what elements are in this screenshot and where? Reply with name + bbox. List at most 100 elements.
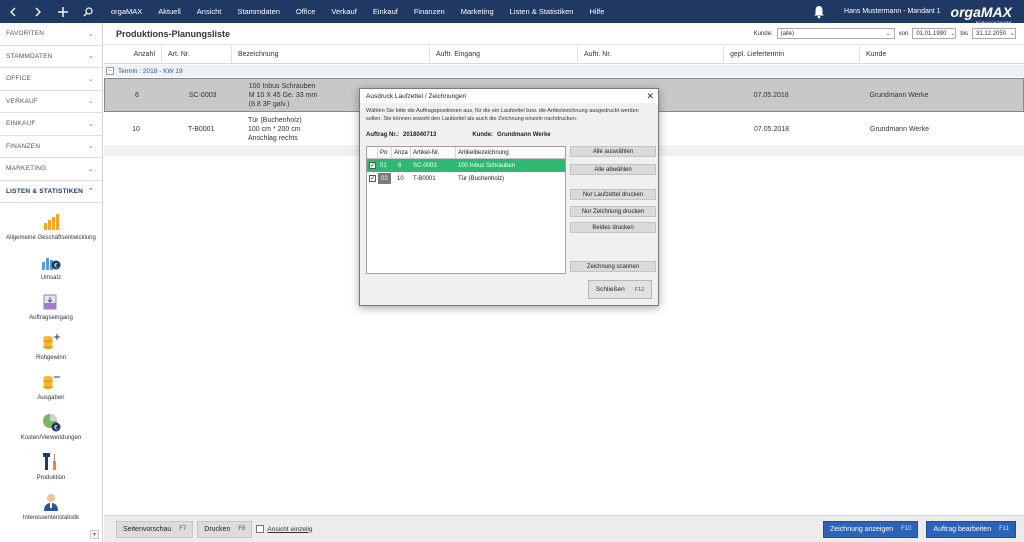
menu-orgamax[interactable]: orgaMAX <box>103 7 150 16</box>
orgamax-logo: orgaMAXBÜROSOFTWARE <box>951 4 1012 25</box>
dialog-kunde-label: Kunde: <box>472 132 494 138</box>
sidebar: FAVORITEN ⌄ STAMMDATEN ⌄ OFFICE ⌄ VERKAUF ⌄ … <box>0 23 103 542</box>
von-date-field[interactable]: 01.01.1990 ⌄ <box>912 28 957 39</box>
auftrag-bearbeiten-button[interactable]: Auftrag bearbeiten F11 <box>926 520 1016 538</box>
group-header[interactable]: − Termin : 2018 - KW 19 <box>104 65 1024 77</box>
menu-stammdaten[interactable]: Stammdaten <box>229 7 288 16</box>
zeichnung-anzeigen-button[interactable]: Zeichnung anzeigen F10 <box>823 520 919 538</box>
grid-row[interactable]: ✓ 01 6 SC-0003 100 Inbus Schrauben <box>367 159 565 172</box>
alle-abwaehlen-button[interactable]: Alle abwählen <box>570 164 656 175</box>
ansicht-einzelig-label[interactable]: Ansicht einzelig <box>267 526 312 533</box>
svg-text:€: € <box>54 263 58 270</box>
sidebar-item-rohgewinn[interactable]: Rohgewinn <box>0 323 102 363</box>
table-header: Anzahl Art. Nr. Bezeichnung Auftr. Einga… <box>104 45 1024 64</box>
col-artnr[interactable]: Art. Nr. <box>162 45 232 64</box>
main-menu: orgaMAX Aktuell Ansicht Stammdaten Offic… <box>103 0 612 23</box>
bell-icon[interactable] <box>812 5 826 19</box>
menu-office[interactable]: Office <box>288 7 323 16</box>
chevron-left-icon[interactable] <box>0 0 25 23</box>
kunde-select[interactable]: (alle) ⌄ <box>776 28 895 39</box>
auftrag-label: Auftrag Nr.: <box>366 132 399 138</box>
sidebar-item-ausgaben[interactable]: Ausgaben <box>0 363 102 403</box>
von-label: von <box>898 30 909 37</box>
zeichnung-scannen-button[interactable]: Zeichnung scannen <box>570 261 656 272</box>
dialog-title: Ausdruck Laufzettel / Zeichnungen <box>366 92 467 100</box>
col-bezeichnung[interactable]: Bezeichnung <box>232 45 430 64</box>
sidebar-section-marketing[interactable]: MARKETING ⌄ <box>0 158 102 181</box>
sidebar-section-listen-statistiken[interactable]: LISTEN & STATISTIKEN ⌃ <box>0 181 102 203</box>
col-kunde[interactable]: Kunde <box>860 46 1024 64</box>
coins-minus-icon <box>40 371 62 393</box>
bis-date-field[interactable]: 31.12.2050 ⌄ <box>972 28 1016 39</box>
beides-drucken-button[interactable]: Beides drucken <box>570 222 656 233</box>
chevron-right-icon[interactable] <box>25 0 50 23</box>
page-title: Produktions-Planungsliste <box>116 28 231 39</box>
position-checkbox[interactable]: ✓ <box>369 175 376 182</box>
sidebar-item-produktion[interactable]: Produktion <box>0 443 102 483</box>
sidebar-item-umsatz[interactable]: € Umsatz <box>0 243 102 283</box>
drucken-button[interactable]: Drucken F8 <box>197 520 253 538</box>
sidebar-section-verkauf[interactable]: VERKAUF ⌄ <box>0 91 102 113</box>
menu-einkauf[interactable]: Einkauf <box>365 7 406 16</box>
top-bar: orgaMAX Aktuell Ansicht Stammdaten Offic… <box>0 0 1024 25</box>
sidebar-scroll-button[interactable]: ▾ <box>90 530 99 539</box>
grid-col-artnr[interactable]: Artikel-Nr. <box>411 146 456 159</box>
menu-verkauf[interactable]: Verkauf <box>323 7 364 16</box>
alle-auswaehlen-button[interactable]: Alle auswählen <box>570 146 656 157</box>
dialog-instructions: Wählen Sie bitte die Auftragspositionen … <box>366 108 639 122</box>
grid-col-anzahl[interactable]: Anza <box>392 146 411 159</box>
chevron-down-icon: ⌄ <box>87 75 94 83</box>
auftrag-value: 2018040713 <box>403 132 437 138</box>
col-auftr-eingang[interactable]: Auftr. Eingang <box>430 45 578 64</box>
menu-ansicht[interactable]: Ansicht <box>189 7 230 16</box>
nur-zeichnung-drucken-button[interactable]: Nur Zeichnung drucken <box>570 206 656 217</box>
chevron-up-icon: ⌃ <box>87 188 94 196</box>
bottom-toolbar: Seitenvorschau F7 Drucken F8 Ansicht einze… <box>104 515 1024 542</box>
print-dialog: Ausdruck Laufzettel / Zeichnungen ✕ Wähl… <box>359 88 659 306</box>
sidebar-item-auftragseingang[interactable]: Auftragseingang <box>0 283 102 323</box>
ansicht-einzelig-checkbox[interactable] <box>256 525 265 533</box>
sidebar-section-office[interactable]: OFFICE ⌄ <box>0 68 102 91</box>
dialog-order-info: Auftrag Nr.: 2018040713 Kunde: Grundmann… <box>366 132 551 138</box>
chevron-down-icon: ⌄ <box>87 98 94 106</box>
grid-row[interactable]: ✓ 02 10 T-B0001 Tür (Buchenholz) <box>367 172 565 185</box>
col-anzahl[interactable]: Anzahl <box>104 45 162 64</box>
tools-icon <box>40 451 62 473</box>
grid-header: Po Anza Artikel-Nr. Artikelbezeichnung <box>367 146 565 159</box>
sidebar-item-kosten-verwendungen[interactable]: € Kosten/Verwendungen <box>0 403 102 443</box>
seitenvorschau-button[interactable]: Seitenvorschau F7 <box>116 520 194 538</box>
menu-listen-statistiken[interactable]: Listen & Statistiken <box>502 7 582 16</box>
search-icon[interactable] <box>75 0 100 23</box>
sidebar-section-favoriten[interactable]: FAVORITEN ⌄ <box>0 23 102 46</box>
sidebar-item-interessentenstatistik[interactable]: Interessentenstatistik <box>0 483 102 523</box>
sidebar-item-geschaeftsentwicklung[interactable]: Allgemeine Geschäftsentwicklung <box>0 203 102 243</box>
menu-marketing[interactable]: Marketing <box>453 7 502 16</box>
position-grid: Po Anza Artikel-Nr. Artikelbezeichnung ✓… <box>366 146 566 274</box>
col-auftr-nr[interactable]: Auftr. Nr. <box>578 45 724 64</box>
schliessen-button[interactable]: Schließen F12 <box>588 280 652 299</box>
close-icon[interactable]: ✕ <box>646 91 654 102</box>
kunde-label: Kunde: <box>753 30 773 37</box>
sidebar-section-finanzen[interactable]: FINANZEN ⌄ <box>0 136 102 158</box>
menu-hilfe[interactable]: Hilfe <box>581 7 612 16</box>
menu-aktuell[interactable]: Aktuell <box>150 7 189 16</box>
order-inbox-icon <box>40 291 62 313</box>
col-liefertermin[interactable]: gepl. Liefertermin <box>724 45 860 64</box>
grid-col-bezeichnung[interactable]: Artikelbezeichnung <box>456 147 565 159</box>
collapse-icon[interactable]: − <box>106 67 114 75</box>
chevron-down-icon: ⌄ <box>87 53 94 61</box>
plus-icon[interactable] <box>50 0 75 23</box>
sidebar-section-einkauf[interactable]: EINKAUF ⌄ <box>0 113 102 136</box>
top-right-area: Hans Mustermann - Mandant 1 orgaMAXBÜROS… <box>812 0 1024 25</box>
chevron-down-icon: ⌄ <box>950 31 956 37</box>
filters: Kunde: (alle) ⌄ von 01.01.1990 ⌄ bis 31.12… <box>754 28 1016 39</box>
group-label: Termin : 2018 - KW 19 <box>118 67 183 75</box>
nur-laufzettel-drucken-button[interactable]: Nur Laufzettel drucken <box>570 189 656 200</box>
dialog-kunde-value: Grundmann Werke <box>497 132 551 138</box>
chevron-down-icon: ⌄ <box>885 31 891 37</box>
menu-finanzen[interactable]: Finanzen <box>406 7 453 16</box>
position-checkbox[interactable]: ✓ <box>369 162 376 169</box>
user-name[interactable]: Hans Mustermann - Mandant 1 <box>844 8 941 15</box>
sidebar-section-stammdaten[interactable]: STAMMDATEN ⌄ <box>0 46 102 68</box>
grid-col-po[interactable]: Po <box>378 146 392 159</box>
